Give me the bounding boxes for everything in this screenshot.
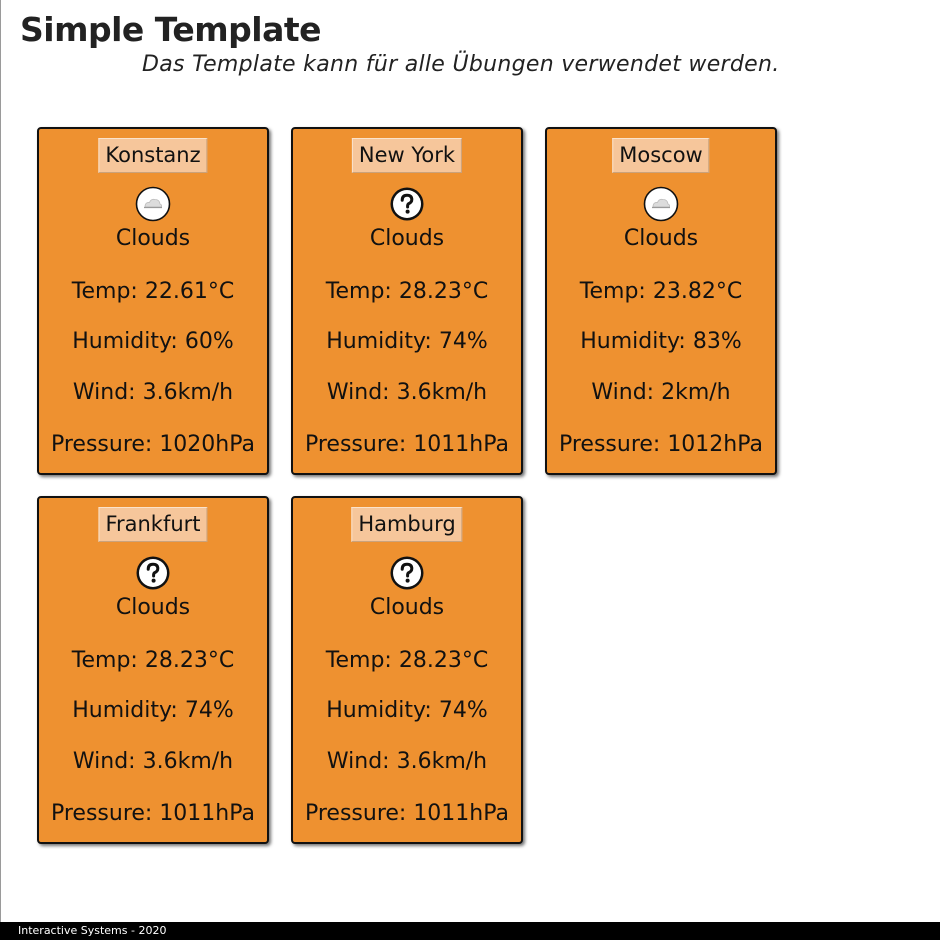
temperature-value: Temp: 23.82°C (579, 279, 743, 304)
humidity-value: Humidity: 60% (72, 329, 234, 354)
page-subtitle: Das Template kann für alle Übungen verwe… (142, 52, 780, 77)
weather-description: Clouds (115, 226, 191, 251)
weather-card-moscow: Moscow Clouds Temp: 23.82°C Humidity: 83… (545, 127, 777, 475)
weather-card-hamburg: Hamburg Clouds Temp: 28.23°C Humidity: 7… (291, 496, 523, 844)
footer-text: Interactive Systems - 2020 (18, 924, 167, 937)
city-button-hamburg[interactable]: Hamburg (351, 507, 463, 542)
page-left-border (0, 0, 1, 922)
humidity-value: Humidity: 74% (326, 329, 488, 354)
temperature-value: Temp: 28.23°C (325, 279, 489, 304)
wind-value: Wind: 2km/h (591, 380, 731, 405)
footer: Interactive Systems - 2020 (0, 922, 940, 940)
weather-description: Clouds (369, 595, 445, 620)
humidity-value: Humidity: 83% (580, 329, 742, 354)
cloud-icon (135, 186, 171, 222)
page-title: Simple Template (20, 10, 322, 49)
weather-card-frankfurt: Frankfurt Clouds Temp: 28.23°C Humidity:… (37, 496, 269, 844)
wind-value: Wind: 3.6km/h (72, 380, 234, 405)
temperature-value: Temp: 28.23°C (71, 648, 235, 673)
question-icon (389, 555, 425, 591)
temperature-value: Temp: 28.23°C (325, 648, 489, 673)
weather-card-konstanz: Konstanz Clouds Temp: 22.61°C Humidity: … (37, 127, 269, 475)
pressure-value: Pressure: 1011hPa (304, 801, 510, 826)
question-icon (389, 186, 425, 222)
pressure-value: Pressure: 1011hPa (50, 801, 256, 826)
city-button-moscow[interactable]: Moscow (612, 138, 710, 173)
weather-description: Clouds (623, 226, 699, 251)
weather-card-new-york: New York Clouds Temp: 28.23°C Humidity: … (291, 127, 523, 475)
weather-description: Clouds (369, 226, 445, 251)
wind-value: Wind: 3.6km/h (326, 380, 488, 405)
question-icon (135, 555, 171, 591)
temperature-value: Temp: 22.61°C (71, 279, 235, 304)
pressure-value: Pressure: 1012hPa (558, 432, 764, 457)
humidity-value: Humidity: 74% (72, 698, 234, 723)
wind-value: Wind: 3.6km/h (326, 749, 488, 774)
city-button-konstanz[interactable]: Konstanz (98, 138, 208, 173)
city-button-frankfurt[interactable]: Frankfurt (98, 507, 208, 542)
pressure-value: Pressure: 1020hPa (50, 432, 256, 457)
wind-value: Wind: 3.6km/h (72, 749, 234, 774)
cloud-icon (643, 186, 679, 222)
city-button-new-york[interactable]: New York (351, 138, 463, 173)
humidity-value: Humidity: 74% (326, 698, 488, 723)
weather-description: Clouds (115, 595, 191, 620)
pressure-value: Pressure: 1011hPa (304, 432, 510, 457)
